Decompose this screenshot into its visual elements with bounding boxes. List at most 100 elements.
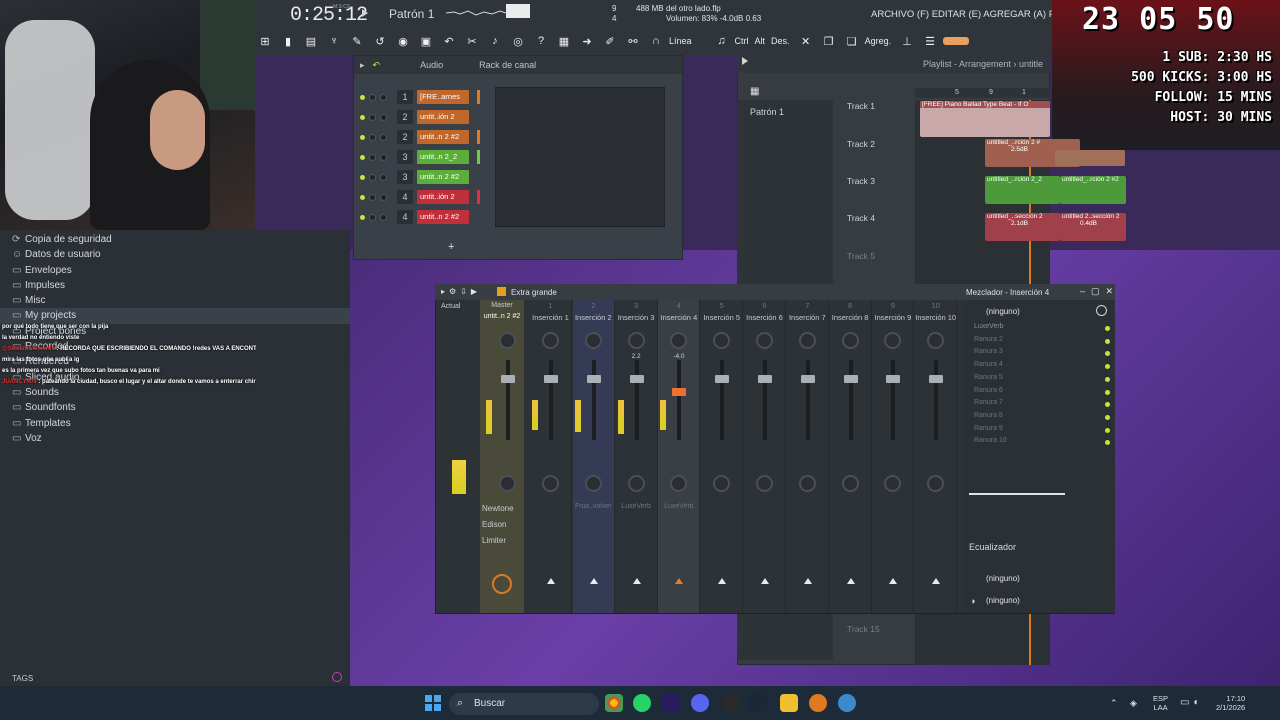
output-selector-2[interactable]: (ninguno) [986,596,1020,605]
fx-slot[interactable]: Ranura 6 [974,387,1003,394]
cut-icon[interactable]: ✂ [462,32,482,50]
channel-mixer-track[interactable]: 3 [397,150,413,164]
clip-track2b[interactable] [1055,150,1125,166]
channel-vol-knob[interactable] [380,153,387,161]
strip-stereo-knob[interactable] [584,475,602,492]
fx-slot[interactable]: Ranura 10 [974,437,1007,444]
add-button[interactable]: Agreg. [865,36,892,46]
master-strip[interactable]: Master untit..n 2 #2 Newtone Edison Limi… [480,300,524,613]
channel-row[interactable]: 3 untit..n 2_2 [360,149,480,165]
strip-pan-knob[interactable] [542,332,559,349]
discord-icon[interactable] [691,694,709,712]
tray-chevron-icon[interactable]: ⌃ [1110,698,1118,709]
mixer-strip[interactable]: 1 Inserción 1 [530,300,572,613]
strip-route-arrow[interactable] [889,578,898,584]
browser-item[interactable]: ▭ Misc [0,293,350,308]
snap-selector[interactable]: Línea [669,36,692,46]
browser-item[interactable]: ⟳ Copia de seguridad [0,232,350,247]
strip-pan-knob[interactable] [756,332,773,349]
mixer-strip[interactable]: 9 Inserción 9 [872,300,915,613]
fx-slot[interactable]: Ranura 3 [974,348,1003,355]
strip-fader[interactable] [629,375,644,383]
deselect-button[interactable]: Des. [771,36,790,46]
master-fx-2[interactable]: Edison [482,520,506,529]
fx-slot[interactable]: Ranura 5 [974,374,1003,381]
mixer-strip[interactable]: 5 Inserción 5 [701,300,744,613]
strip-fader[interactable] [672,388,687,396]
track-2[interactable]: Track 2 [847,139,875,149]
list-icon[interactable]: ☰ [920,32,940,50]
strip-route-arrow[interactable] [803,578,812,584]
playlist-menu-icon[interactable] [742,57,748,65]
mixer-strip[interactable]: 3 Inserción 3 2.2 LuxeVerb [616,300,658,613]
channel-select-bar[interactable] [477,190,480,204]
channel-name-button[interactable]: untit..n 2 #2 [417,130,469,144]
chat-icon[interactable]: ◎ [508,32,528,50]
channel-led[interactable] [360,174,365,180]
keyboard-icon[interactable]: ▦ [554,32,574,50]
strip-route-arrow[interactable] [846,578,855,584]
clip-track3a[interactable]: untitled_..rción 2_2 [985,176,1060,204]
clip-piano[interactable]: [FREE] Piano Ballad Type Beat - If O [920,101,1050,137]
arrow-icon[interactable]: ➜ [577,32,597,50]
fx-slot-led[interactable] [1105,414,1110,420]
strip-stereo-knob[interactable] [670,475,688,492]
fx-slot[interactable]: Ranura 2 [974,336,1003,343]
rack-tab-audio[interactable]: Audio [420,60,443,70]
strip-stereo-knob[interactable] [841,475,859,492]
channel-name-button[interactable]: untit..n 2_2 [417,150,469,164]
mixer-preset[interactable]: Extra grande [511,288,557,297]
channel-led[interactable] [360,194,365,200]
help-icon[interactable]: ? [531,32,551,50]
track-3[interactable]: Track 3 [847,176,875,186]
fx-slot[interactable]: LuxeVerb [974,323,1004,330]
fx-slot[interactable]: Ranura 4 [974,361,1003,368]
strip-route-arrow[interactable] [632,578,641,584]
fx-slot-led[interactable] [1105,389,1110,395]
strip-route-arrow[interactable] [675,578,684,584]
browser-item[interactable]: ☺ Datos de usuario [0,247,350,262]
microphone-icon[interactable]: ♪ [485,32,505,50]
pattern-selector[interactable]: Patrón 1 [389,7,434,21]
track-4[interactable]: Track 4 [847,213,875,223]
channel-select-bar[interactable] [477,130,480,144]
strip-pan-knob[interactable] [927,332,945,349]
whatsapp-icon[interactable] [633,694,651,712]
strip-route-arrow[interactable] [932,578,941,584]
channel-vol-knob[interactable] [380,173,387,181]
channel-led[interactable] [360,154,365,160]
channel-row[interactable]: 2 untit..n 2 #2 [360,129,480,145]
channel-mixer-track[interactable]: 1 [397,90,413,104]
windows-start-icon[interactable] [425,695,441,711]
channel-name-button[interactable]: untit..ión 2 [417,110,469,124]
clip-track3b[interactable]: untitled_..rción 2 #2 [1060,176,1126,204]
channel-vol-knob[interactable] [380,113,387,121]
channel-row[interactable]: 4 untit..n 2 #2 [360,209,480,225]
strip-pan-knob[interactable] [713,332,731,349]
channel-pan-knob[interactable] [369,193,376,201]
master-knob[interactable] [499,332,516,349]
strip-route-arrow[interactable] [761,578,769,584]
record-icon[interactable]: ◉ [393,32,413,50]
strip-fader[interactable] [886,375,901,383]
mixer-strip[interactable]: 10 Inserción 10 [915,300,958,613]
steam-icon[interactable] [750,694,768,712]
strip-fader[interactable] [715,375,730,383]
ctrl-button[interactable]: Ctrl [735,36,749,46]
fx-slot-led[interactable] [1105,338,1110,344]
mixer-strip[interactable]: 2 Inserción 2 Fruit..volver [572,300,615,613]
strip-route-arrow[interactable] [589,578,598,584]
browser-item[interactable]: ▭ Impulses [0,278,350,293]
channel-pan-knob[interactable] [369,93,376,101]
strip-pan-knob[interactable] [798,332,816,349]
add-channel-button[interactable]: + [448,241,454,253]
channel-pan-knob[interactable] [369,113,376,121]
tags-search-icon[interactable] [332,672,342,682]
channel-pan-knob[interactable] [369,153,376,161]
channel-row[interactable]: 1 [FRE..arnes [360,89,480,105]
mixer-strip[interactable]: 4 Inserción 4 -4.0 LuxeVerb [658,300,701,613]
master-fader[interactable] [501,375,515,383]
channel-pan-knob[interactable] [369,133,376,141]
channel-name-button[interactable]: [FRE..arnes [417,90,469,104]
file-explorer-icon[interactable] [780,694,798,712]
